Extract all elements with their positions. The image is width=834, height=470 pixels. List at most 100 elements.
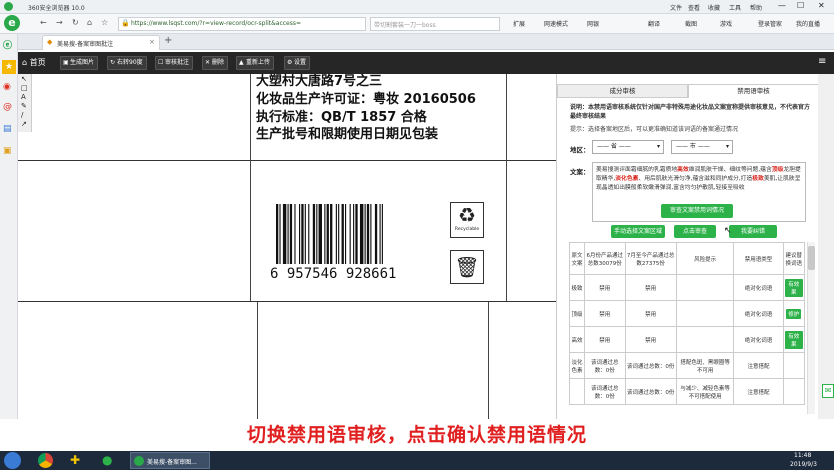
tab-close-icon[interactable]: ×: [149, 38, 155, 46]
flap-left: [236, 302, 258, 419]
city-select-value: —— 市 ——: [676, 143, 710, 150]
cell-suggest[interactable]: 有效果: [782, 326, 805, 353]
line-tool-icon[interactable]: /: [21, 111, 23, 119]
barcode-bar: [282, 204, 287, 264]
audit-table-wrap: 原文文案 6月份产品通过总数30079份 7月至今产品通过总数27375份 风险…: [569, 242, 805, 414]
taskbar-window-button[interactable]: 美易搜-备案审图...: [130, 452, 210, 469]
refresh-icon[interactable]: ↻: [72, 18, 79, 27]
address-bar[interactable]: 🔒 https://www.lsqst.com/?r=view-record/o…: [118, 17, 366, 31]
browser-navbar: e ← → ↻ ⌂ ☆ 🔒 https://www.lsqst.com/?r=v…: [0, 14, 834, 34]
barcode-bar: [324, 204, 326, 264]
maximize-icon[interactable]: ☐: [797, 1, 804, 10]
bar-game[interactable]: 游戏: [720, 19, 732, 28]
sidebar-doc-icon[interactable]: ▤: [3, 124, 12, 134]
label-line-batch: 生产批号和限期使用日期见包装: [256, 127, 439, 142]
sidebar-weibo-icon[interactable]: ◉: [3, 82, 11, 92]
bar-screenshot[interactable]: 截图: [685, 19, 697, 28]
close-icon[interactable]: ✕: [818, 1, 825, 10]
table-scrollbar[interactable]: [807, 242, 815, 414]
app-plus-icon[interactable]: ✚: [70, 453, 80, 467]
menu-tools[interactable]: 工具: [729, 3, 741, 12]
rect-tool-icon[interactable]: □: [21, 84, 28, 92]
suggest-word-button[interactable]: 有效果: [784, 278, 803, 297]
label-line-license: 化妆品生产许可证：粤妆 20160506: [256, 92, 476, 107]
bar-extension[interactable]: 扩展: [513, 19, 525, 28]
home-icon[interactable]: ⌂: [87, 18, 92, 27]
delete-button[interactable]: ✕ 删除: [202, 56, 229, 70]
sidebar-note-icon[interactable]: ▣: [3, 146, 12, 156]
hamburger-menu-icon[interactable]: ≡: [818, 56, 826, 67]
search-box[interactable]: 带切割套装一刀一boss: [370, 17, 500, 31]
new-tab-button[interactable]: +: [164, 35, 172, 46]
menu-view[interactable]: 查看: [688, 3, 700, 12]
feedback-chat-icon[interactable]: ✉: [822, 384, 834, 398]
clock-date: 2019/9/3: [790, 461, 817, 468]
cell-suggest[interactable]: 修护: [782, 300, 805, 327]
report-error-button[interactable]: 我要纠错: [729, 225, 777, 238]
manual-select-button[interactable]: 手动选择文案区域: [611, 225, 665, 238]
tab-banned-word-audit[interactable]: 禁用语审核: [688, 84, 818, 98]
text-tool-icon[interactable]: A: [21, 93, 26, 101]
page-scrollbar[interactable]: ✉: [818, 74, 834, 419]
city-select[interactable]: —— 市 —— ▾: [671, 140, 733, 154]
suggest-word-button[interactable]: 有效果: [784, 330, 803, 349]
minimize-icon[interactable]: —: [778, 1, 786, 10]
bar-translate[interactable]: 翻译: [648, 19, 660, 28]
cursor-tool-icon[interactable]: ↖: [21, 75, 27, 83]
review-note-label: 审核批注: [165, 59, 190, 66]
notice-text: 说明：本禁用语审核系统仅针对国产非特殊用途化妆品文案宣称提供审核意见，不代表官方…: [570, 104, 811, 120]
home-nav[interactable]: ⌂ 首页: [22, 57, 46, 68]
province-select[interactable]: —— 省 —— ▾: [592, 140, 664, 154]
barcode-bar: [353, 204, 355, 264]
cell-jun: 该词通过总数：0份: [583, 352, 626, 379]
tab-active[interactable]: ◆ 美易搜-备案审图批注 ×: [42, 35, 160, 50]
bookmark-star-icon[interactable]: ☆: [101, 18, 108, 27]
settings-button[interactable]: ⚙ 设置: [284, 56, 311, 70]
confirm-banned-button[interactable]: 审查文案禁用词情况: [661, 204, 733, 218]
scrollbar-thumb[interactable]: [808, 246, 815, 270]
barcode-bar: [304, 204, 306, 264]
barcode-bar: [294, 204, 296, 264]
barcode-bar: [341, 204, 344, 264]
back-icon[interactable]: ←: [40, 18, 47, 27]
browser-home-logo-icon[interactable]: e: [4, 15, 20, 31]
click-audit-button[interactable]: 点击审查: [674, 225, 716, 238]
review-note-button[interactable]: ☐ 审核批注: [155, 56, 194, 70]
tab-component-audit[interactable]: 成分审核: [557, 84, 688, 98]
table-row: 极致 禁用 禁用 绝对化词语 有效果: [569, 274, 805, 301]
forward-icon[interactable]: →: [56, 18, 63, 27]
arrow-tool-icon[interactable]: ↗: [21, 120, 27, 128]
flap-right: [488, 302, 506, 419]
rotate-button[interactable]: ↻ 右转90度: [107, 56, 147, 70]
cell-jul: 该词通过总数：0份: [624, 378, 677, 405]
cell-suggest[interactable]: 有效果: [782, 274, 805, 301]
delete-icon: ✕: [205, 59, 211, 66]
reupload-button[interactable]: ▲ 重新上传: [236, 56, 275, 70]
wechat-icon[interactable]: ●: [102, 453, 112, 467]
tab-label: 美易搜-备案审图批注: [57, 41, 114, 48]
bar-speed-mode[interactable]: 网速模式: [544, 19, 568, 28]
bar-login-manager[interactable]: 登录管家: [758, 19, 782, 28]
cell-suggest: [782, 378, 805, 405]
clock-time: 11:48: [794, 452, 812, 459]
sidebar-star-icon[interactable]: ★: [2, 60, 16, 74]
sidebar-mail-icon[interactable]: @: [3, 102, 12, 112]
cell-jul: 禁用: [624, 326, 677, 353]
th-suggest: 建议替换词语: [782, 242, 805, 275]
bar-bank[interactable]: 网银: [587, 19, 599, 28]
sidebar-e-icon[interactable]: ⓔ: [3, 38, 12, 51]
chrome-icon[interactable]: [38, 453, 53, 468]
barcode-bar: [374, 204, 378, 264]
bar-live[interactable]: 我的直播: [796, 19, 820, 28]
pen-tool-icon[interactable]: ✎: [21, 102, 27, 110]
document-canvas[interactable]: 大塑村大唐路7号之三 化妆品生产许可证：粤妆 20160506 执行标准：QB/…: [18, 74, 556, 419]
cell-jun: 禁用: [583, 326, 626, 353]
menu-favorites[interactable]: 收藏: [708, 3, 720, 12]
generate-image-button[interactable]: ▣生成图片: [60, 56, 99, 70]
menu-help[interactable]: 帮助: [750, 3, 762, 12]
menu-file[interactable]: 文件: [670, 3, 682, 12]
start-button-icon[interactable]: [4, 452, 21, 469]
suggest-word-button[interactable]: 修护: [786, 308, 802, 319]
caption-bar: 切换禁用语审核，点击确认禁用语情况: [0, 419, 834, 451]
barcode-bar: [308, 204, 310, 264]
